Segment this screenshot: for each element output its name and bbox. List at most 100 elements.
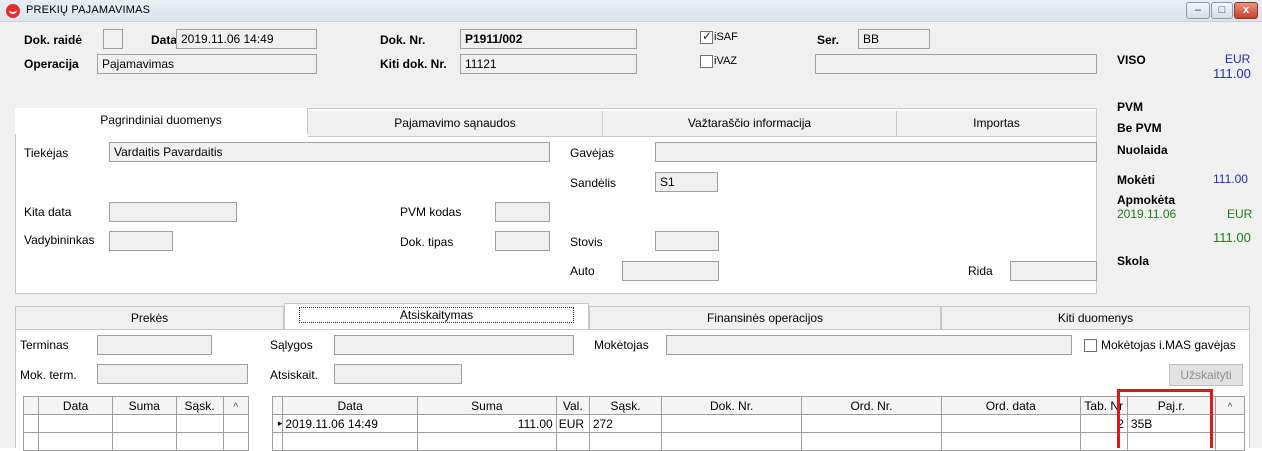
tab-vaztarascio-informacija[interactable]: Važtaraščio informacija xyxy=(603,111,897,137)
right-grid-col-suma[interactable]: Suma xyxy=(416,396,557,415)
tab-atsiskaitymas[interactable]: Atsiskaitymas xyxy=(284,303,589,330)
close-icon: x xyxy=(1242,4,1250,16)
row-marker-icon: ▸ xyxy=(271,414,284,433)
minimize-button[interactable]: – xyxy=(1186,2,1210,19)
tiekejas-field[interactable]: Vardaitis Pavardaitis xyxy=(109,142,550,162)
cell-val[interactable]: EUR xyxy=(555,414,590,433)
tab-pagrindiniai-duomenys[interactable]: Pagrindiniai duomenys xyxy=(15,108,308,134)
cell-data[interactable]: 2019.11.06 14:49 xyxy=(282,414,418,433)
title-bar: PREKIŲ PAJAMAVIMAS – □ x xyxy=(0,0,1262,22)
left-payments-grid: Data Suma Sąsk. ^ xyxy=(22,396,250,451)
right-grid-scroll-up[interactable]: ^ xyxy=(1214,396,1246,415)
moketojas-imas-checkbox[interactable] xyxy=(1084,339,1097,352)
gavejas-field[interactable] xyxy=(655,142,1097,162)
atsiskait-field[interactable] xyxy=(334,364,462,384)
rida-field[interactable] xyxy=(1010,261,1097,281)
right-grid-col-val[interactable]: Val. xyxy=(555,396,590,415)
kita-data-field[interactable] xyxy=(109,202,237,222)
dok-raide-label: Dok. raidė xyxy=(24,33,83,47)
tab-prekes[interactable]: Prekės xyxy=(15,306,284,330)
scroll-up-icon: ^ xyxy=(1227,401,1233,413)
cell-ord-nr[interactable] xyxy=(801,414,942,433)
right-grid-col-data[interactable]: Data xyxy=(282,396,418,415)
maximize-button[interactable]: □ xyxy=(1211,2,1233,19)
be-pvm-label: Be PVM xyxy=(1117,121,1162,135)
dok-tipas-label: Dok. tipas xyxy=(400,235,454,249)
moketi-value: 111.00 xyxy=(1213,172,1248,186)
sandelis-label: Sandėlis xyxy=(570,176,617,190)
scroll-up-icon: ^ xyxy=(233,401,239,413)
mok-term-field[interactable] xyxy=(97,364,248,384)
tab-importas[interactable]: Importas xyxy=(897,111,1097,137)
pvm-kodas-field[interactable] xyxy=(495,202,550,222)
stovis-field[interactable] xyxy=(655,231,719,251)
tab-kiti-duomenys[interactable]: Kiti duomenys xyxy=(941,306,1250,330)
apmoketa-currency: EUR xyxy=(1227,207,1253,221)
auto-label: Auto xyxy=(570,264,595,278)
apmoketa-label: Apmokėta xyxy=(1117,193,1176,207)
right-grid-col-dok-nr[interactable]: Dok. Nr. xyxy=(661,396,803,415)
nuolaida-label: Nuolaida xyxy=(1117,143,1168,157)
vadybininkas-field[interactable] xyxy=(109,231,173,251)
cell-suma[interactable]: 111.00 xyxy=(416,414,557,433)
moketojas-label: Mokėtojas xyxy=(594,338,649,352)
minimize-icon: – xyxy=(1194,4,1202,16)
left-grid-col-data[interactable]: Data xyxy=(38,396,113,415)
isaf-label: iSAF xyxy=(714,31,738,43)
dok-raide-field[interactable] xyxy=(103,29,123,49)
table-row[interactable] xyxy=(22,414,250,433)
pvm-label: PVM xyxy=(1117,100,1144,114)
tab-pajamavimo-sanaudos[interactable]: Pajamavimo sąnaudos xyxy=(308,111,603,137)
left-grid-scroll-up[interactable]: ^ xyxy=(222,396,250,415)
main-window: PREKIŲ PAJAMAVIMAS – □ x Dok. raidė Data… xyxy=(0,0,1262,451)
dok-tipas-field[interactable] xyxy=(495,231,550,251)
tab-finansines-operacijos[interactable]: Finansinės operacijos xyxy=(589,306,941,330)
cell-ord-data[interactable] xyxy=(940,414,1081,433)
left-grid-col-sask[interactable]: Sąsk. xyxy=(175,396,224,415)
kiti-dok-nr-field[interactable]: 11121 xyxy=(460,54,637,74)
terminas-label: Terminas xyxy=(20,338,69,352)
cell-dok-nr[interactable] xyxy=(661,414,803,433)
window-title: PREKIŲ PAJAMAVIMAS xyxy=(26,4,151,16)
ivaz-label: iVAZ xyxy=(714,55,738,67)
right-grid-col-ord-nr[interactable]: Ord. Nr. xyxy=(801,396,942,415)
app-logo-icon xyxy=(6,4,20,18)
cell-sask[interactable]: 272 xyxy=(588,414,663,433)
data-field[interactable]: 2019.11.06 14:49 xyxy=(176,29,317,49)
right-grid-col-sask[interactable]: Sąsk. xyxy=(588,396,663,415)
extra-field[interactable] xyxy=(815,54,1097,74)
right-grid-col-ord-data[interactable]: Ord. data xyxy=(940,396,1081,415)
tab-atsiskaitymas-label: Atsiskaitymas xyxy=(298,307,575,323)
auto-field[interactable] xyxy=(622,261,719,281)
stovis-label: Stovis xyxy=(570,235,603,249)
skola-label: Skola xyxy=(1117,254,1150,268)
maximize-icon: □ xyxy=(1218,4,1226,16)
kita-data-label: Kita data xyxy=(24,205,72,219)
salygos-field[interactable] xyxy=(334,335,574,355)
gavejas-label: Gavėjas xyxy=(570,146,615,160)
left-grid-header-row: Data Suma Sąsk. ^ xyxy=(22,396,250,415)
left-grid-col-suma[interactable]: Suma xyxy=(111,396,177,415)
data-label: Data xyxy=(151,33,178,47)
viso-currency: EUR xyxy=(1225,52,1251,66)
moketojas-imas-label: Mokėtojas i.MAS gavėjas xyxy=(1101,338,1236,352)
terminas-field[interactable] xyxy=(97,335,212,355)
close-button[interactable]: x xyxy=(1234,2,1258,19)
right-grid-corner xyxy=(271,396,284,415)
dok-nr-label: Dok. Nr. xyxy=(380,33,426,47)
ivaz-checkbox[interactable] xyxy=(700,55,713,68)
viso-value: 111.00 xyxy=(1213,66,1251,81)
apmoketa-value: 111.00 xyxy=(1213,230,1251,245)
dok-nr-field[interactable]: P1911/002 xyxy=(460,29,637,49)
sandelis-field[interactable]: S1 xyxy=(655,172,718,192)
pvm-kodas-label: PVM kodas xyxy=(400,205,462,219)
moketi-label: Mokėti xyxy=(1117,173,1156,187)
mok-term-label: Mok. term. xyxy=(20,368,77,382)
table-row[interactable]: ▸ 2019.11.06 14:49 111.00 EUR 272 2 35B xyxy=(271,414,1246,433)
isaf-checkbox[interactable] xyxy=(700,29,713,44)
uzskaityti-button[interactable]: Užskaityti xyxy=(1169,364,1243,386)
moketojas-field[interactable] xyxy=(666,335,1072,355)
left-grid-corner xyxy=(22,396,40,415)
ser-field[interactable]: BB xyxy=(858,29,930,49)
operacija-field[interactable]: Pajamavimas xyxy=(97,54,317,74)
